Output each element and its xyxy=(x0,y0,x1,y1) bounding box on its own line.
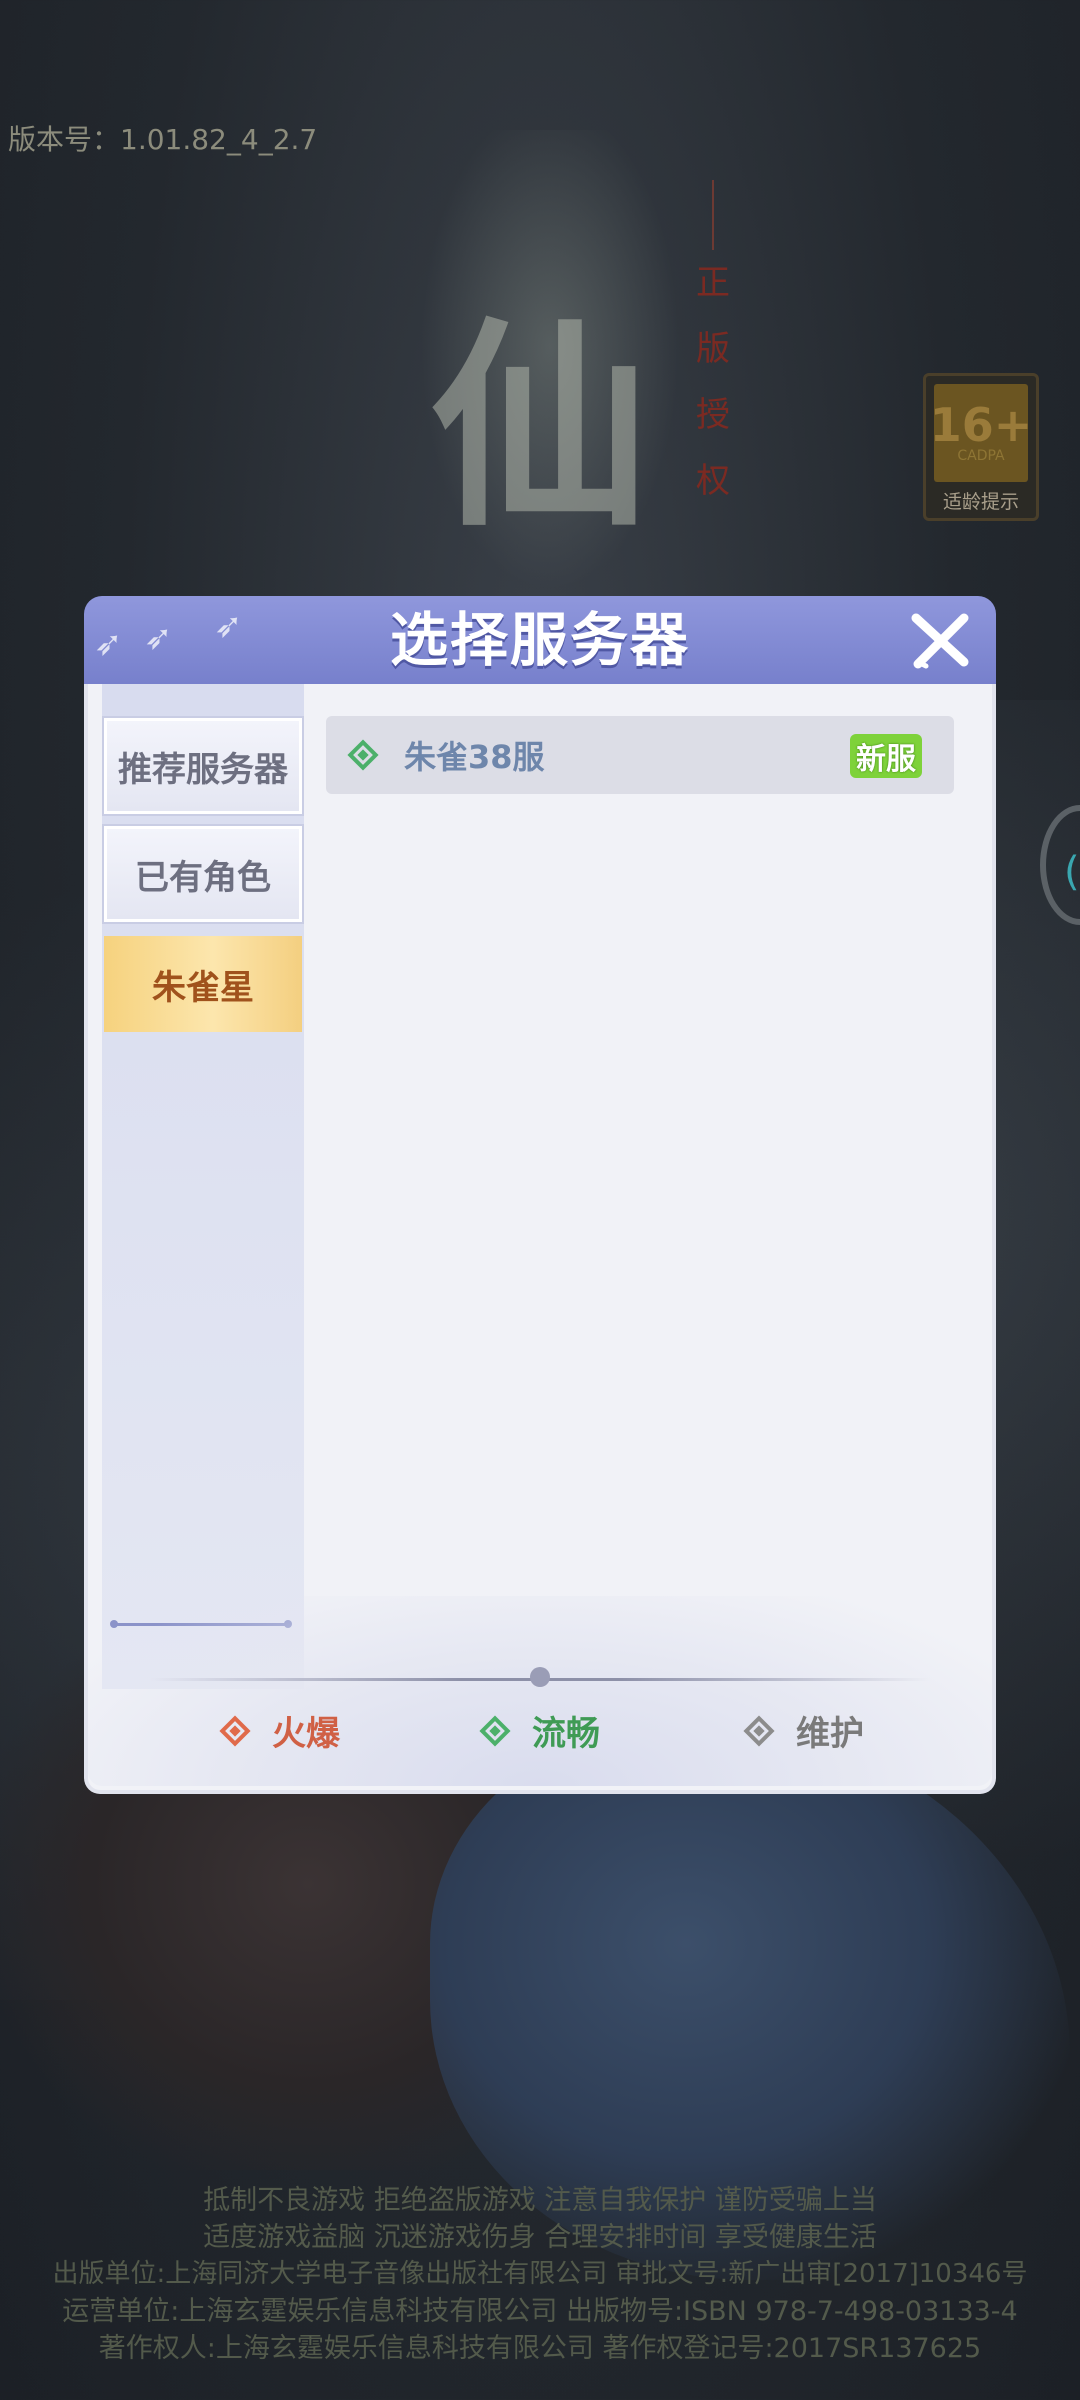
authorization-line xyxy=(712,180,714,250)
server-row[interactable]: 朱雀38服 新服 xyxy=(326,716,954,794)
health-notice-line-2: 适度游戏益脑 沉迷游戏伤身 合理安排时间 享受健康生活 xyxy=(203,2222,877,2253)
age-rating-org: CADPA xyxy=(957,448,1005,464)
authorization-text: 正版授权 xyxy=(696,263,730,501)
status-smooth-icon xyxy=(347,739,379,771)
background-calligraphy-glyph: 仙 xyxy=(430,297,651,556)
tab-zhuque-star[interactable]: 朱雀星 xyxy=(104,936,302,1032)
legend-smooth-label: 流畅 xyxy=(532,1714,600,1754)
status-maintenance-icon xyxy=(743,1714,775,1747)
status-hot-icon xyxy=(219,1714,251,1747)
dialog-title: 选择服务器 xyxy=(389,606,690,674)
legend-hot: 火爆 xyxy=(219,1706,340,1755)
tab-label: 已有角色 xyxy=(135,857,271,898)
close-button[interactable] xyxy=(904,604,976,676)
tab-recommended-servers[interactable]: 推荐服务器 xyxy=(104,718,302,814)
legend-maintenance: 维护 xyxy=(743,1706,864,1755)
legend-hot-label: 火爆 xyxy=(272,1714,340,1754)
new-server-badge: 新服 xyxy=(850,734,922,778)
operator-line: 运营单位:上海玄霆娱乐信息科技有限公司 出版物号:ISBN 978-7-498-… xyxy=(62,2296,1018,2327)
legend-maintenance-label: 维护 xyxy=(796,1714,864,1754)
status-smooth-icon xyxy=(479,1714,511,1747)
age-rating-number: 16+ xyxy=(929,398,1033,452)
age-rating-badge[interactable]: 16+ CADPA 适龄提示 xyxy=(923,373,1039,521)
divider-ornament-icon xyxy=(530,1667,550,1687)
server-name: 朱雀38服 xyxy=(404,738,545,776)
publisher-line: 出版单位:上海同济大学电子音像出版社有限公司 审批文号:新广出审[2017]10… xyxy=(52,2259,1028,2289)
health-notice-line-1: 抵制不良游戏 拒绝盗版游戏 注意自我保护 谨防受骗上当 xyxy=(203,2185,877,2216)
tab-label: 朱雀星 xyxy=(152,967,254,1008)
dialog-header: ➶ ➶ ➶ 选择服务器 xyxy=(84,596,996,684)
copyright-line: 著作权人:上海玄霆娱乐信息科技有限公司 著作权登记号:2017SR137625 xyxy=(98,2333,982,2364)
side-float-icon: ( xyxy=(1064,849,1080,895)
server-list: 朱雀38服 新服 xyxy=(306,684,978,1644)
footer-cloud-decoration xyxy=(88,1596,992,1786)
age-rating-icon: 16+ CADPA xyxy=(930,384,1032,482)
version-label: 版本号：1.01.82_4_2.7 xyxy=(8,123,318,156)
tab-label: 推荐服务器 xyxy=(118,749,288,790)
tab-existing-characters[interactable]: 已有角色 xyxy=(104,826,302,922)
legend-smooth: 流畅 xyxy=(479,1706,600,1755)
age-rating-label: 适龄提示 xyxy=(942,491,1019,513)
server-select-dialog: ➶ ➶ ➶ 选择服务器 推荐服务器 已有角色 朱雀星 朱雀38服 新服 火爆 流… xyxy=(84,596,996,1794)
